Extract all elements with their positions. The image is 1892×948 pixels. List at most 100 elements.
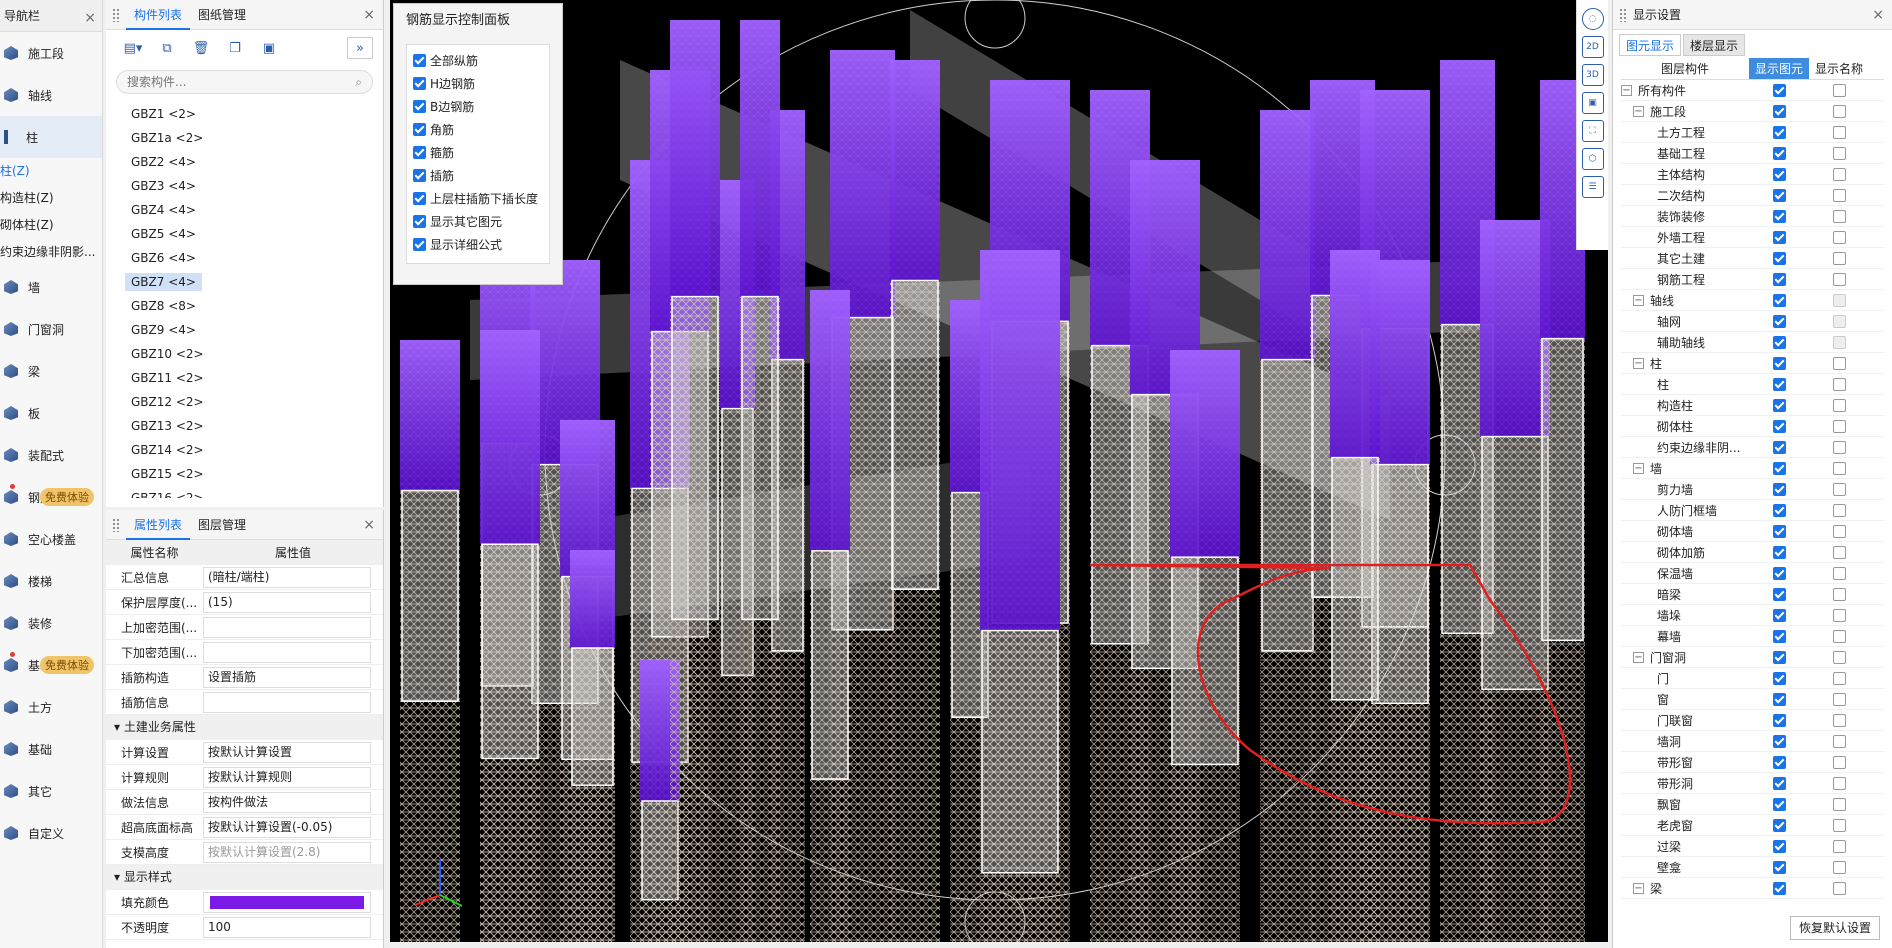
rebar-option[interactable]: 角筋 bbox=[407, 118, 549, 141]
checkbox[interactable] bbox=[413, 77, 426, 90]
column-body[interactable] bbox=[891, 279, 939, 590]
show-name-checkbox[interactable] bbox=[1832, 629, 1846, 643]
show-element-checkbox[interactable] bbox=[1772, 860, 1786, 874]
nav-item-8[interactable]: 钢筋免费体验 bbox=[0, 476, 102, 518]
column-insert-rebar[interactable] bbox=[830, 50, 895, 318]
show-name-checkbox[interactable] bbox=[1832, 650, 1846, 664]
list-item[interactable]: GBZ1a <2> bbox=[106, 126, 383, 150]
column-body[interactable] bbox=[1261, 358, 1314, 652]
show-element-checkbox[interactable] bbox=[1772, 545, 1786, 559]
search-input[interactable] bbox=[127, 75, 356, 89]
rebar-option[interactable]: 显示详细公式 bbox=[407, 233, 549, 256]
show-element-checkbox[interactable] bbox=[1772, 734, 1786, 748]
list-item[interactable]: GBZ9 <4> bbox=[106, 318, 383, 342]
column-body[interactable] bbox=[401, 489, 459, 702]
property-value-field[interactable] bbox=[203, 641, 371, 663]
nav-sub-item[interactable]: 柱(Z) bbox=[0, 158, 102, 185]
property-value-field[interactable]: 按默认计算设置(-0.05) bbox=[203, 816, 371, 838]
settings-view-icon[interactable]: ☰ bbox=[1581, 176, 1604, 198]
checkbox[interactable] bbox=[413, 54, 426, 67]
show-name-checkbox[interactable] bbox=[1832, 797, 1846, 811]
show-element-checkbox[interactable] bbox=[1772, 356, 1786, 370]
nav-item-5[interactable]: 梁 bbox=[0, 350, 102, 392]
property-value-field[interactable]: (暗柱/端柱) bbox=[203, 566, 371, 588]
nav-item-14[interactable]: 基础 bbox=[0, 728, 102, 770]
property-value-field[interactable]: 按默认计算设置 bbox=[203, 741, 371, 763]
show-element-checkbox[interactable] bbox=[1772, 167, 1786, 181]
show-element-checkbox[interactable] bbox=[1772, 524, 1786, 538]
show-name-checkbox[interactable] bbox=[1832, 209, 1846, 223]
column-insert-rebar[interactable] bbox=[400, 340, 460, 491]
show-element-checkbox[interactable] bbox=[1772, 881, 1786, 895]
nav-item-11[interactable]: 装修 bbox=[0, 602, 102, 644]
3d-model-scene[interactable] bbox=[390, 0, 1608, 942]
checkbox[interactable] bbox=[413, 192, 426, 205]
column-insert-rebar[interactable] bbox=[1170, 350, 1240, 558]
show-name-checkbox[interactable] bbox=[1832, 524, 1846, 538]
show-element-checkbox[interactable] bbox=[1772, 440, 1786, 454]
nav-item-3[interactable]: 墙 bbox=[0, 266, 102, 308]
property-value-field[interactable] bbox=[203, 616, 371, 638]
show-name-checkbox[interactable] bbox=[1832, 713, 1846, 727]
column-body[interactable] bbox=[741, 295, 779, 621]
column-insert-rebar[interactable] bbox=[670, 20, 720, 297]
column-body[interactable] bbox=[1331, 456, 1379, 701]
list-item[interactable]: GBZ6 <4> bbox=[106, 246, 383, 270]
close-icon[interactable]: × bbox=[84, 2, 96, 34]
column-insert-rebar[interactable] bbox=[1480, 220, 1550, 437]
list-item[interactable]: GBZ14 <2> bbox=[106, 438, 383, 462]
show-name-checkbox[interactable] bbox=[1832, 167, 1846, 181]
orbit-icon[interactable]: ◌ bbox=[1581, 8, 1604, 30]
show-name-checkbox[interactable] bbox=[1832, 146, 1846, 160]
rebar-option[interactable]: 箍筋 bbox=[407, 141, 549, 164]
show-element-checkbox[interactable] bbox=[1772, 566, 1786, 580]
show-element-checkbox[interactable] bbox=[1772, 104, 1786, 118]
nav-item-9[interactable]: 空心楼盖 bbox=[0, 518, 102, 560]
collapse-icon[interactable]: − bbox=[1621, 84, 1632, 96]
checkbox[interactable] bbox=[413, 238, 426, 251]
new-component-icon[interactable]: ▤▾ bbox=[120, 37, 146, 59]
property-value-field[interactable]: 按构件做法 bbox=[203, 791, 371, 813]
view-3d-button[interactable]: 3D bbox=[1581, 64, 1604, 86]
show-name-checkbox[interactable] bbox=[1832, 104, 1846, 118]
list-item[interactable]: GBZ15 <2> bbox=[106, 462, 383, 486]
fill-color-field[interactable] bbox=[203, 891, 371, 913]
column-insert-rebar[interactable] bbox=[980, 250, 1060, 631]
property-value-field[interactable]: 按默认计算规则 bbox=[203, 766, 371, 788]
show-name-checkbox[interactable] bbox=[1832, 482, 1846, 496]
show-name-checkbox[interactable] bbox=[1832, 419, 1846, 433]
property-value-field[interactable]: (15) bbox=[203, 591, 371, 613]
show-element-checkbox[interactable] bbox=[1772, 419, 1786, 433]
rebar-option[interactable]: B边钢筋 bbox=[407, 95, 549, 118]
list-item[interactable]: GBZ16 <2> bbox=[106, 486, 383, 498]
show-name-checkbox[interactable] bbox=[1832, 755, 1846, 769]
layer-icon[interactable]: ▣ bbox=[256, 37, 282, 59]
delete-icon[interactable]: 🗑 bbox=[188, 37, 214, 59]
tab-property-list[interactable]: 属性列表 bbox=[126, 510, 191, 540]
tab-component-list[interactable]: 构件列表 bbox=[126, 0, 191, 30]
show-element-checkbox[interactable] bbox=[1772, 671, 1786, 685]
show-element-checkbox[interactable] bbox=[1772, 839, 1786, 853]
show-name-checkbox[interactable] bbox=[1832, 188, 1846, 202]
property-group[interactable]: ▾ 显示样式 bbox=[106, 865, 383, 890]
property-group[interactable]: ▾ 土建业务属性 bbox=[106, 715, 383, 740]
show-element-checkbox[interactable] bbox=[1772, 230, 1786, 244]
nav-item-16[interactable]: 自定义 bbox=[0, 812, 102, 854]
tab-element-display[interactable]: 图元显示 bbox=[1619, 34, 1682, 56]
show-name-checkbox[interactable] bbox=[1832, 125, 1846, 139]
show-name-checkbox[interactable] bbox=[1832, 230, 1846, 244]
list-item[interactable]: GBZ3 <4> bbox=[106, 174, 383, 198]
list-item[interactable]: GBZ7 <4> bbox=[106, 270, 383, 294]
nav-sub-item[interactable]: 构造柱(Z) bbox=[0, 185, 102, 212]
checkbox[interactable] bbox=[413, 169, 426, 182]
checkbox[interactable] bbox=[413, 100, 426, 113]
show-element-checkbox[interactable] bbox=[1772, 335, 1786, 349]
search-icon[interactable]: ⌕ bbox=[355, 75, 362, 90]
collapse-icon[interactable]: − bbox=[1633, 105, 1644, 117]
show-element-checkbox[interactable] bbox=[1772, 482, 1786, 496]
show-name-checkbox[interactable] bbox=[1832, 818, 1846, 832]
restore-defaults-button[interactable]: 恢复默认设置 bbox=[1789, 916, 1880, 940]
tab-layer-management[interactable]: 图层管理 bbox=[190, 510, 254, 540]
show-name-checkbox[interactable] bbox=[1832, 839, 1846, 853]
show-name-checkbox[interactable] bbox=[1832, 734, 1846, 748]
